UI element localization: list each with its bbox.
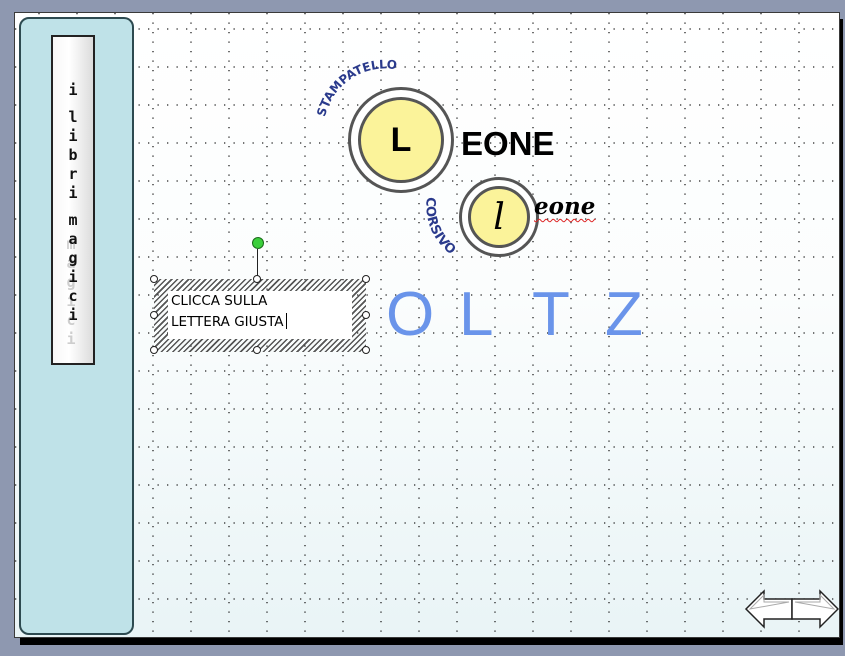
resize-handle-top-right[interactable]: [362, 275, 370, 283]
lowercase-circle[interactable]: l: [459, 177, 539, 257]
text-caret: [285, 313, 287, 329]
letter-choice-z[interactable]: Z: [605, 279, 678, 350]
uppercase-word: EONE: [461, 125, 555, 162]
lowercase-word: eone: [534, 193, 596, 220]
lowercase-letter: l: [468, 186, 530, 248]
letter-choice-t[interactable]: T: [532, 279, 605, 350]
slide-canvas[interactable]: magici i libri magici STAMPATELLO CORSIV…: [14, 12, 840, 638]
uppercase-circle[interactable]: L: [348, 87, 454, 193]
instruction-line-2: LETTERA GIUSTA: [171, 312, 352, 333]
resize-handle-right[interactable]: [362, 311, 370, 319]
rotation-handle-icon[interactable]: [252, 237, 264, 249]
resize-handle-top[interactable]: [253, 275, 261, 283]
instruction-textbox[interactable]: CLICCA SULLA LETTERA GIUSTA: [154, 279, 366, 352]
uppercase-letter: L: [358, 97, 444, 183]
letter-choices: OLTZ: [386, 279, 678, 350]
arc-bottom-text: CORSIVO: [422, 197, 458, 258]
resize-handle-left[interactable]: [150, 311, 158, 319]
resize-handle-bottom-left[interactable]: [150, 346, 158, 354]
letter-choice-o[interactable]: O: [386, 279, 459, 350]
right-arrow-icon[interactable]: [791, 589, 839, 629]
left-arrow-icon[interactable]: [744, 589, 793, 629]
instruction-line-2-text: LETTERA GIUSTA: [171, 314, 284, 330]
navigation-arrows: [744, 589, 839, 629]
resize-handle-top-left[interactable]: [150, 275, 158, 283]
resize-handle-bottom-right[interactable]: [362, 346, 370, 354]
instruction-line-1: CLICCA SULLA: [171, 293, 268, 309]
instruction-text[interactable]: CLICCA SULLA LETTERA GIUSTA: [168, 291, 352, 339]
letter-choice-l[interactable]: L: [459, 279, 532, 350]
resize-handle-bottom[interactable]: [253, 346, 261, 354]
